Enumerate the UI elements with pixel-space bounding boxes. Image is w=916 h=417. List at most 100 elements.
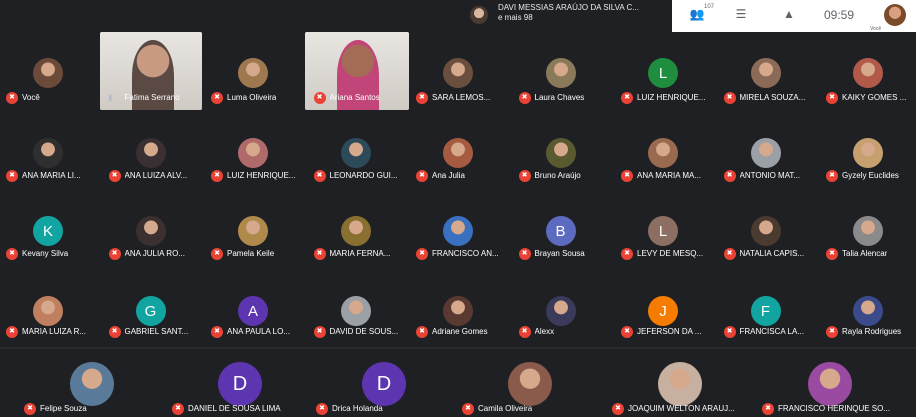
activities-icon[interactable]: ▲ [778, 7, 800, 21]
avatar-initial: A [247, 302, 258, 320]
participant-avatar-initial[interactable]: G [135, 296, 166, 326]
mic-off-icon: ✖ [723, 248, 736, 260]
participant-avatar-photo[interactable] [238, 138, 268, 168]
participant-name: KAIKY GOMES ... [842, 93, 907, 102]
mic-off-icon: ✖ [416, 248, 428, 260]
participant-name: SARA LEMOS... [432, 93, 491, 102]
mic-off-icon: ✖ [6, 326, 18, 338]
participant-avatar-photo[interactable] [135, 216, 166, 246]
participant-avatar-initial[interactable]: B [545, 216, 576, 246]
mic-off-icon: ✖ [826, 170, 838, 182]
participant-avatar-initial[interactable]: D [362, 362, 406, 406]
participant-name: FRANCISCO HERINQUE SO... [778, 404, 891, 413]
participant-name: DANIEL DE SOUSA LIMA [188, 404, 281, 413]
participant-avatar-initial[interactable]: L [648, 216, 678, 246]
mic-off-icon: ✖ [6, 248, 18, 260]
participant-name: Pamela Keile [227, 249, 275, 258]
mic-off-icon: ✖ [6, 92, 18, 104]
pinned-avatar[interactable] [470, 6, 488, 24]
participant-avatar-photo[interactable] [853, 216, 883, 246]
avatar-initial: G [144, 302, 157, 320]
participant-avatar-initial[interactable]: D [218, 362, 262, 406]
avatar-initial: L [658, 222, 668, 240]
participant-avatar-photo[interactable] [853, 58, 883, 88]
avatar-initial: F [760, 302, 771, 320]
participant-avatar-initial[interactable]: F [750, 296, 781, 326]
participant-avatar-photo[interactable] [443, 216, 473, 246]
mic-off-icon: ✖ [621, 326, 633, 338]
participant-avatar-photo[interactable] [750, 216, 781, 246]
participant-name: Alexx [534, 327, 555, 336]
people-count: 107 [704, 4, 715, 10]
self-avatar[interactable] [884, 4, 906, 26]
mic-off-icon: ✖ [211, 92, 223, 104]
participant-name: Felipe Souza [40, 404, 87, 413]
mic-off-icon: ✖ [316, 403, 328, 415]
participant-name: ANA MARIA MA... [637, 171, 702, 180]
participant-avatar-photo[interactable] [750, 58, 781, 88]
participant-avatar-photo[interactable] [135, 138, 166, 168]
participant-avatar-photo[interactable] [70, 362, 114, 406]
participant-avatar-photo[interactable] [853, 296, 883, 326]
participant-avatar-photo[interactable] [750, 138, 781, 168]
pinned-info[interactable]: DAVI MESSIAS ARAÚJO DA SILVA C... e mais… [498, 3, 639, 23]
participant-name: NATALIA CAPIS... [739, 249, 805, 258]
mic-off-icon: ✖ [518, 326, 531, 338]
mic-off-icon: ✖ [621, 170, 633, 182]
mic-off-icon: ✖ [826, 248, 838, 260]
participant-avatar-photo[interactable] [648, 138, 678, 168]
participant-avatar-photo[interactable] [545, 138, 576, 168]
participant-name: Kevany Silva [22, 249, 69, 258]
participant-avatar-photo[interactable] [545, 58, 576, 88]
participant-avatar-photo[interactable] [853, 138, 883, 168]
participant-avatar-photo[interactable] [33, 138, 63, 168]
participant-name: Ariana Santos [329, 93, 380, 102]
participant-avatar-photo[interactable] [443, 296, 473, 326]
participant-name: Fatima Serrano [124, 93, 180, 102]
participant-avatar-photo[interactable] [238, 216, 268, 246]
participant-name: MARIA FERNA... [329, 249, 391, 258]
participant-name: Laura Chaves [534, 93, 585, 102]
participant-name: Você [22, 93, 40, 102]
mic-off-icon: ✖ [211, 326, 223, 338]
participant-avatar-photo[interactable] [808, 362, 852, 406]
avatar-initial: L [658, 64, 668, 82]
participant-name: ANA LUIZA ALV... [124, 171, 188, 180]
participant-avatar-photo[interactable] [443, 138, 473, 168]
clock: 09:59 [824, 8, 855, 22]
mic-off-icon: ✖ [313, 92, 326, 104]
participant-avatar-photo[interactable] [33, 58, 63, 88]
participant-name: LUIZ HENRIQUE... [637, 93, 706, 102]
participant-avatar-photo[interactable] [340, 216, 371, 246]
participant-name: DAVID DE SOUS... [329, 327, 399, 336]
participant-name: LUIZ HENRIQUE... [227, 171, 296, 180]
mic-off-icon: ✖ [826, 326, 838, 338]
mic-off-icon: ✖ [518, 92, 531, 104]
participant-avatar-photo[interactable] [545, 296, 576, 326]
participant-avatar-photo[interactable] [340, 138, 371, 168]
participant-avatar-photo[interactable] [340, 296, 371, 326]
participant-name: Bruno Araújo [534, 171, 581, 180]
participant-avatar-photo[interactable] [33, 296, 63, 326]
mic-off-icon: ✖ [313, 170, 326, 182]
top-bar: DAVI MESSIAS ARAÚJO DA SILVA C... e mais… [0, 0, 916, 32]
participant-name: JOAQUIM WELTON ARAUJ... [628, 404, 735, 413]
participant-avatar-initial[interactable]: A [238, 296, 268, 326]
participant-avatar-photo[interactable] [238, 58, 268, 88]
mic-off-icon: ✖ [416, 92, 428, 104]
participant-avatar-photo[interactable] [658, 362, 702, 406]
participant-avatar-photo[interactable] [443, 58, 473, 88]
participant-avatar-initial[interactable]: L [648, 58, 678, 88]
mic-off-icon: ✖ [313, 326, 326, 338]
mic-off-icon: ✖ [108, 170, 121, 182]
participant-name: ANA MARIA LI... [22, 171, 81, 180]
chat-icon[interactable]: ☰ [730, 7, 752, 21]
participant-name: MIRELA SOUZA... [739, 93, 806, 102]
mic-off-icon: ✖ [612, 403, 624, 415]
sound-wave-icon: ‖ [108, 93, 113, 103]
participant-name: JEFERSON DA ... [637, 327, 702, 336]
participant-avatar-photo[interactable] [508, 362, 552, 406]
participant-avatar-initial[interactable]: K [33, 216, 63, 246]
participant-avatar-initial[interactable]: J [648, 296, 678, 326]
self-label: Você [870, 26, 882, 32]
